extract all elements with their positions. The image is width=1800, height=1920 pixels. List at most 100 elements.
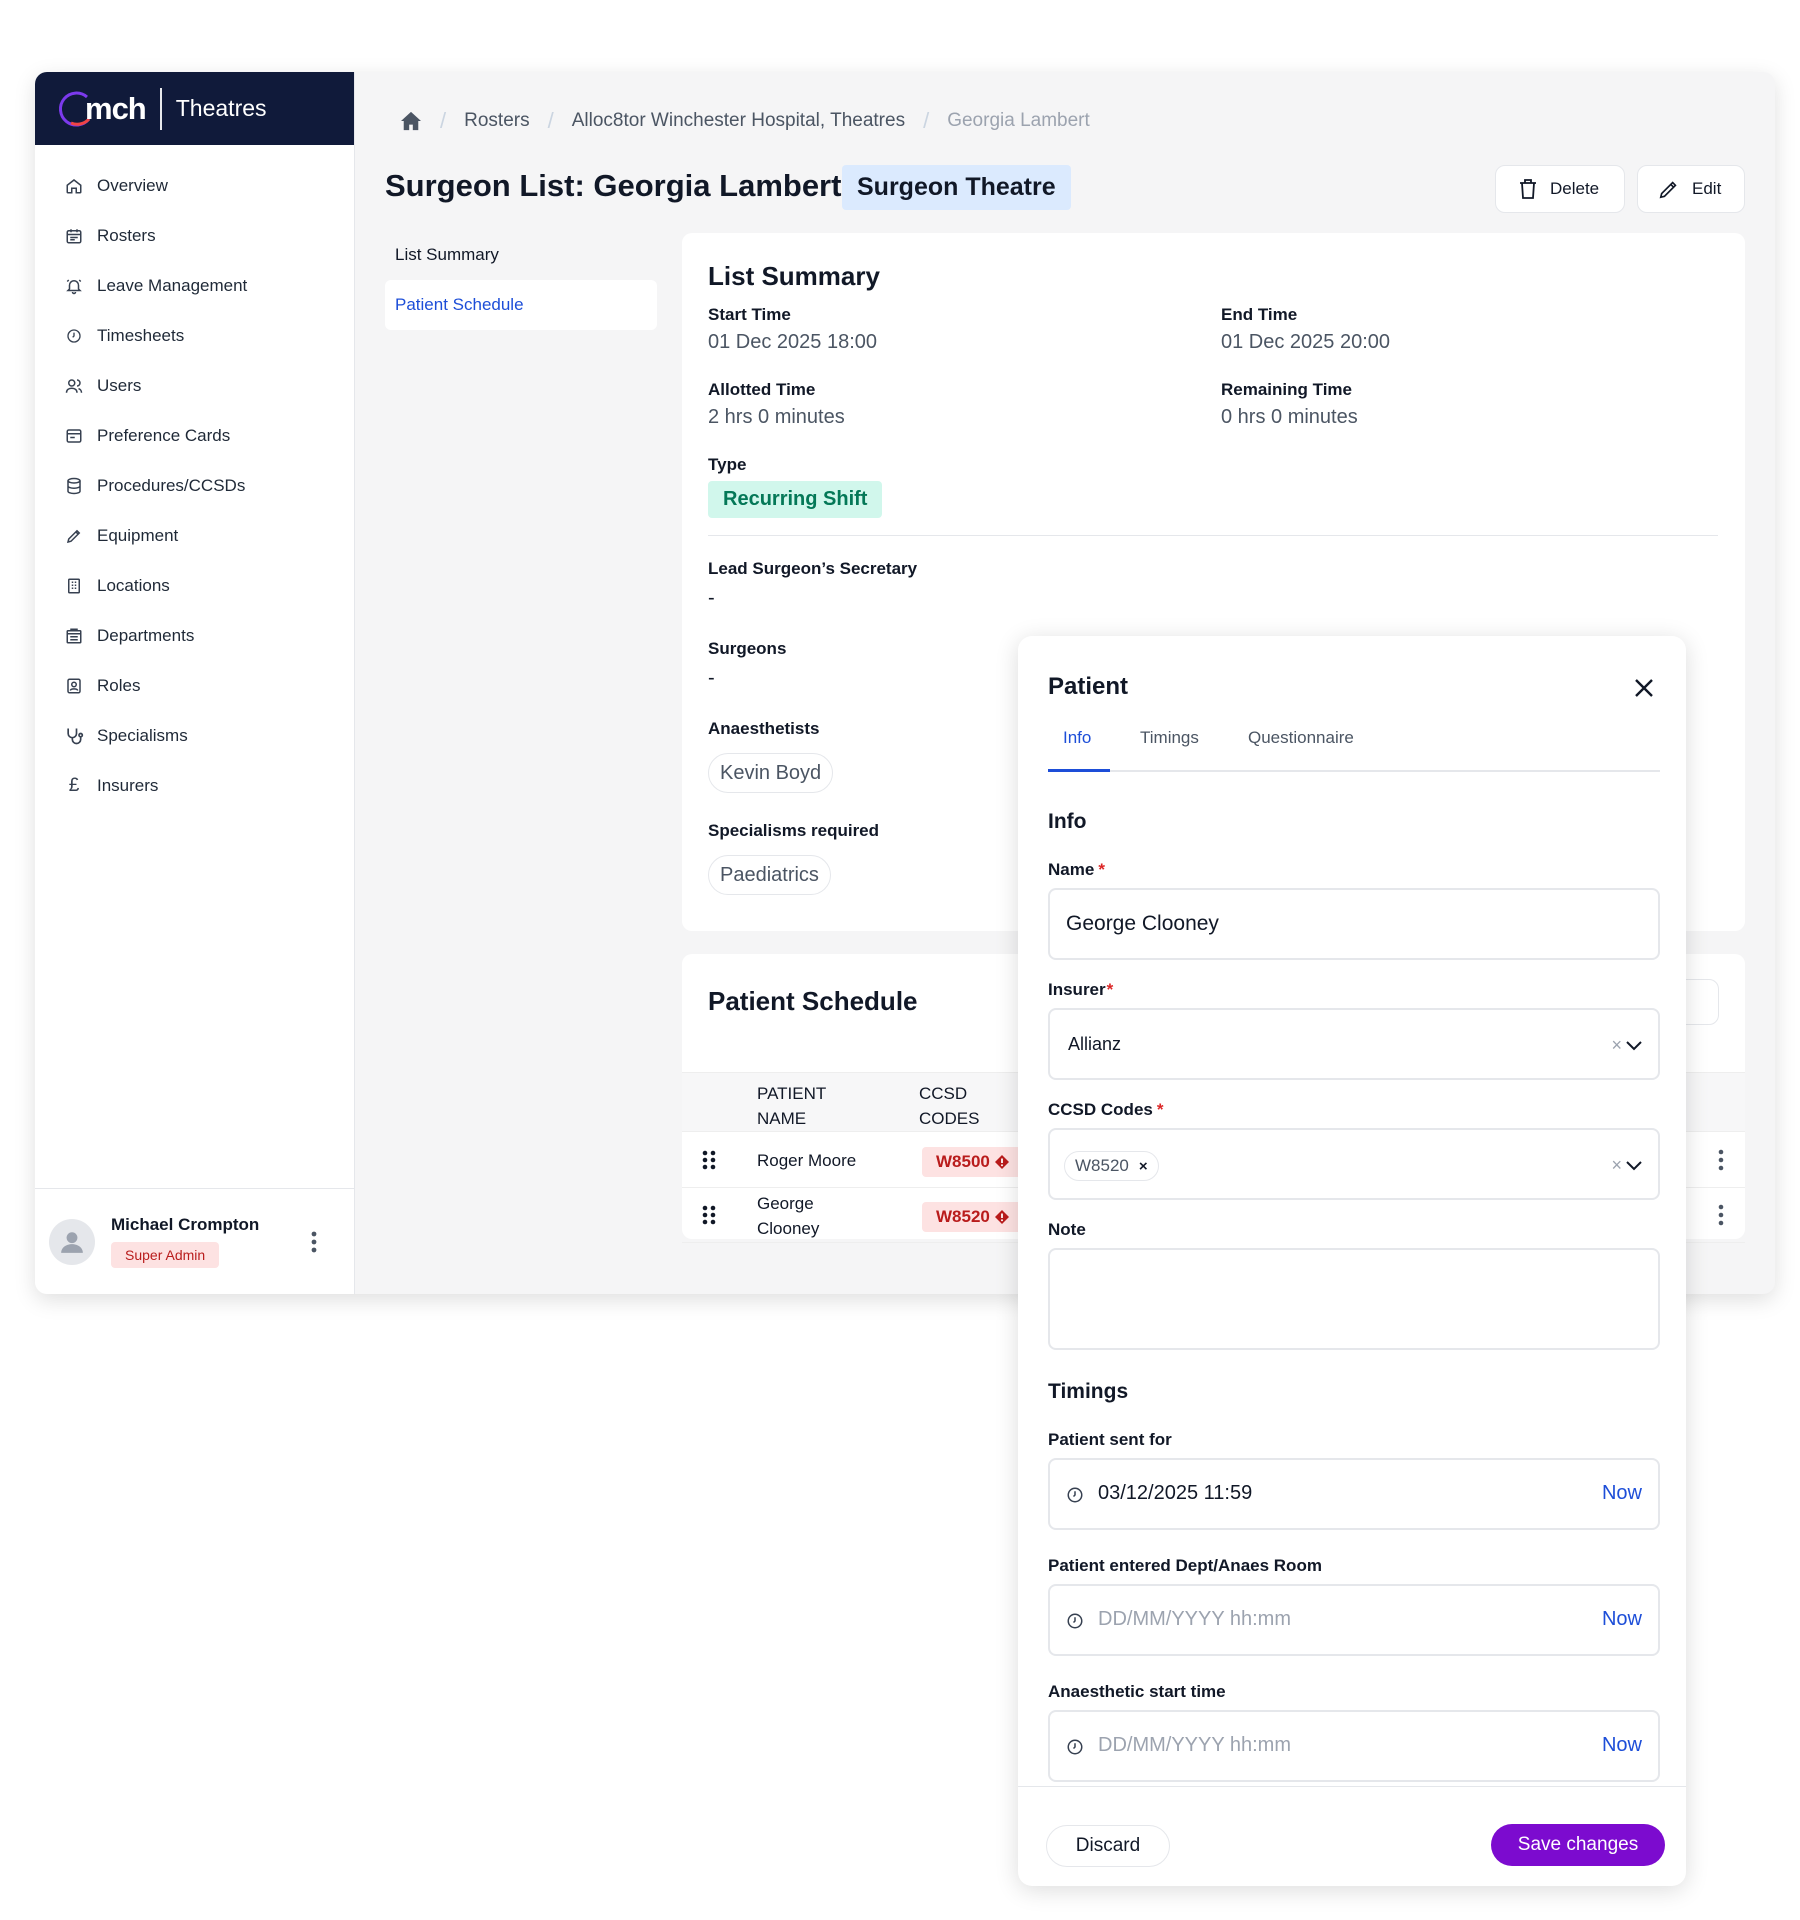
sidebar-item-insurers[interactable]: £ Insurers [35,761,354,811]
sidebar-item-equipment[interactable]: Equipment [35,511,354,561]
drawer-tabs: Info Timings Questionnaire [1048,728,1660,772]
badge-icon [63,675,85,697]
row-menu-kebab-icon[interactable] [1713,1147,1729,1173]
delete-button[interactable]: Delete [1495,165,1625,213]
brand-bar[interactable]: mch Theatres [35,72,354,145]
patient-name-cell: Roger Moore [757,1151,857,1170]
name-label-text: Name [1048,860,1095,879]
breadcrumb-separator: / [923,108,930,133]
pencil-icon [1659,181,1677,199]
patient-sent-for-input[interactable]: 03/12/2025 11:59 Now [1048,1458,1660,1530]
edit-button[interactable]: Edit [1637,165,1745,213]
avatar[interactable] [49,1218,95,1265]
sidebar-item-preference-cards[interactable]: Preference Cards [35,411,354,461]
drawer-title: Patient [1048,673,1129,700]
name-field[interactable]: George Clooney [1048,888,1660,960]
start-time-label: Start Time [708,305,791,324]
chevron-down-icon[interactable] [1626,1040,1642,1051]
remove-tag-icon[interactable]: × [1139,1158,1148,1175]
ccsd-label-text: CCSD Codes [1048,1100,1153,1119]
save-changes-button[interactable]: Save changes [1491,1824,1665,1866]
mch-logo: mch [57,89,147,129]
column-header-patient-name: PATIENT NAME [757,1084,826,1128]
patient-drawer: Patient Info Timings Questionnaire Info … [1018,636,1686,1886]
breadcrumb-separator: / [440,108,447,133]
database-icon [63,475,85,497]
breadcrumb-rosters[interactable]: Rosters [464,110,529,132]
subnav-list-summary[interactable]: List Summary [385,230,657,280]
breadcrumb: / Rosters / Alloc8tor Winchester Hospita… [400,108,1090,134]
breadcrumb-hospital[interactable]: Alloc8tor Winchester Hospital, Theatres [572,110,905,132]
sidebar-item-leave-management[interactable]: Leave Management [35,261,354,311]
entered-dept-placeholder: DD/MM/YYYY hh:mm [1098,1608,1291,1630]
insurer-select-value: Allianz [1068,1034,1122,1054]
sidebar-item-locations[interactable]: Locations [35,561,354,611]
clear-selection-icon[interactable]: × [1611,1155,1622,1176]
sidebar: mch Theatres Overview Rosters Leave Mana… [35,72,355,1294]
ccsd-tag-text: W8520 [1075,1156,1129,1175]
sidebar-item-overview[interactable]: Overview [35,161,354,211]
drag-handle-icon[interactable] [702,1205,716,1225]
bell-icon [63,275,85,297]
breadcrumb-home-icon[interactable] [400,111,422,131]
discard-button[interactable]: Discard [1046,1825,1170,1867]
ccsd-codes-select[interactable]: W8520 × × [1048,1128,1660,1200]
note-textarea[interactable] [1048,1248,1660,1350]
sidebar-nav: Overview Rosters Leave Management Timesh… [35,145,354,811]
building-icon [63,575,85,597]
subnav-patient-schedule[interactable]: Patient Schedule [385,280,657,330]
patient-schedule-title: Patient Schedule [708,986,918,1016]
tab-timings[interactable]: Timings [1140,728,1199,772]
close-icon[interactable] [1630,674,1658,702]
entered-dept-label: Patient entered Dept/Anaes Room [1048,1556,1322,1575]
chevron-down-icon[interactable] [1626,1160,1642,1171]
insurer-label-text: Insurer [1048,980,1106,999]
surgeons-label: Surgeons [708,639,787,658]
specialism-chip: Paediatrics [708,855,831,895]
anaesthetic-start-input[interactable]: DD/MM/YYYY hh:mm Now [1048,1710,1660,1782]
users-icon [63,375,85,397]
insurer-field-label: Insurer* [1048,980,1113,1000]
sidebar-item-timesheets[interactable]: Timesheets [35,311,354,361]
ccsd-code-badge: W8520 [922,1202,1023,1232]
warning-diamond-icon [994,1210,1009,1224]
breadcrumb-separator: / [547,108,554,133]
ccsd-code-text: W8520 [936,1207,990,1226]
sidebar-item-specialisms[interactable]: Specialisms [35,711,354,761]
product-name: Theatres [175,95,267,121]
sidebar-item-label: Rosters [97,226,156,245]
page-title: Surgeon List: Georgia Lambert [385,168,842,203]
sidebar-item-rosters[interactable]: Rosters [35,211,354,261]
sent-for-label: Patient sent for [1048,1430,1172,1449]
now-button[interactable]: Now [1602,1482,1642,1505]
list-type-pill: Surgeon Theatre [842,165,1071,210]
section-subnav: List Summary Patient Schedule [385,230,657,330]
drag-handle-icon[interactable] [702,1150,716,1170]
list-summary-title: List Summary [708,261,880,291]
sidebar-item-users[interactable]: Users [35,361,354,411]
row-menu-kebab-icon[interactable] [1713,1202,1729,1228]
sidebar-item-label: Overview [97,176,168,195]
sidebar-item-departments[interactable]: Departments [35,611,354,661]
sent-for-value: 03/12/2025 11:59 [1098,1482,1253,1504]
ccsd-field-label: CCSD Codes * [1048,1100,1163,1120]
now-button[interactable]: Now [1602,1734,1642,1757]
patient-name-cell: George Clooney [757,1194,820,1238]
tab-questionnaire[interactable]: Questionnaire [1248,728,1354,772]
insurer-select[interactable]: Allianz × [1048,1008,1660,1080]
patient-entered-dept-input[interactable]: DD/MM/YYYY hh:mm Now [1048,1584,1660,1656]
trash-icon [1520,179,1536,199]
sidebar-item-label: Specialisms [97,726,188,745]
now-button[interactable]: Now [1602,1608,1642,1631]
clear-selection-icon[interactable]: × [1611,1035,1622,1056]
sidebar-item-procedures[interactable]: Procedures/CCSDs [35,461,354,511]
sidebar-item-roles[interactable]: Roles [35,661,354,711]
sidebar-item-label: Roles [97,676,141,695]
tab-info[interactable]: Info [1048,728,1110,772]
anaesthetists-label: Anaesthetists [708,719,820,738]
section-divider [708,535,1718,536]
user-menu-kebab-icon[interactable] [304,1229,324,1255]
user-role-badge: Super Admin [111,1242,220,1268]
sidebar-item-label: Leave Management [97,276,248,295]
user-silhouette-icon [61,1231,83,1253]
